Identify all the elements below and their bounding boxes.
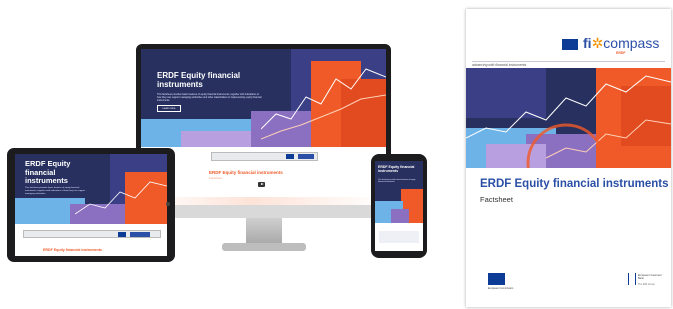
eu-flag-icon — [118, 231, 126, 237]
line-graph-decoration — [466, 75, 671, 168]
cover-artwork — [466, 68, 671, 168]
cover-title: ERDF Equity financial instruments — [480, 178, 669, 190]
phone-hero-text: This factsheet provides basic features o… — [378, 179, 416, 184]
cover-tagline: advancing with financial instruments — [472, 63, 527, 67]
video-bar[interactable] — [211, 152, 318, 161]
monitor-stand — [246, 218, 282, 244]
eu-flag-icon — [286, 154, 294, 159]
phone-screen: ERDF Equity financial instruments This f… — [375, 161, 423, 251]
monitor-hero-text: This factsheet provides basic features o… — [157, 93, 262, 102]
eu-flag-icon — [562, 39, 578, 50]
eu-flag-icon — [488, 273, 505, 285]
monitor-base — [222, 243, 306, 251]
tablet-section-title: ERDF Equity financial instruments — [43, 248, 102, 252]
line-graph-decoration — [261, 68, 386, 140]
eib-label: European Investment Bank — [638, 274, 662, 280]
monitor-screen: ERDF Equity financial instruments This f… — [141, 49, 386, 206]
phone-content-card — [379, 231, 419, 243]
tablet-video-bar[interactable] — [23, 230, 161, 238]
fi-compass-logo-icon — [298, 154, 314, 159]
ec-label: European Commission — [488, 287, 514, 290]
monitor-section-sub: Factsheet — [209, 176, 223, 180]
monitor-hero-button[interactable]: Learn more — [157, 105, 181, 112]
monitor-hero-title: ERDF Equity financial instruments — [157, 71, 241, 89]
divider — [472, 61, 665, 62]
phone-hero-title: ERDF Equity financial instruments — [378, 165, 415, 173]
fi-compass-logo: fi✲compass — [583, 35, 660, 51]
play-icon[interactable] — [258, 182, 265, 187]
fi-compass-logo-icon — [130, 231, 150, 237]
cover-subtitle: Factsheet — [480, 195, 513, 204]
line-graph-decoration — [75, 181, 167, 215]
tablet-hero-artwork: ERDF Equity financial instruments This f… — [15, 154, 167, 224]
phone-hero-artwork: ERDF Equity financial instruments This f… — [375, 161, 423, 223]
tablet-home-button[interactable] — [166, 202, 170, 206]
tablet-hero-text: This factsheet provides basic features o… — [25, 187, 85, 195]
gear-icon: ✲ — [591, 35, 604, 51]
factsheet-cover: fi✲compass ERDF advancing with financial… — [466, 9, 671, 307]
eib-group-label: The EIB Group — [638, 283, 655, 286]
monitor-section-title: ERDF Equity financial instruments — [209, 170, 283, 175]
tablet-hero-title: ERDF Equity financial instruments — [25, 159, 71, 185]
tablet-screen: ERDF Equity financial instruments This f… — [15, 154, 167, 256]
eib-logo-icon — [628, 273, 636, 285]
monitor-hero-artwork: ERDF Equity financial instruments This f… — [141, 49, 386, 147]
erdf-label: ERDF — [616, 51, 626, 55]
